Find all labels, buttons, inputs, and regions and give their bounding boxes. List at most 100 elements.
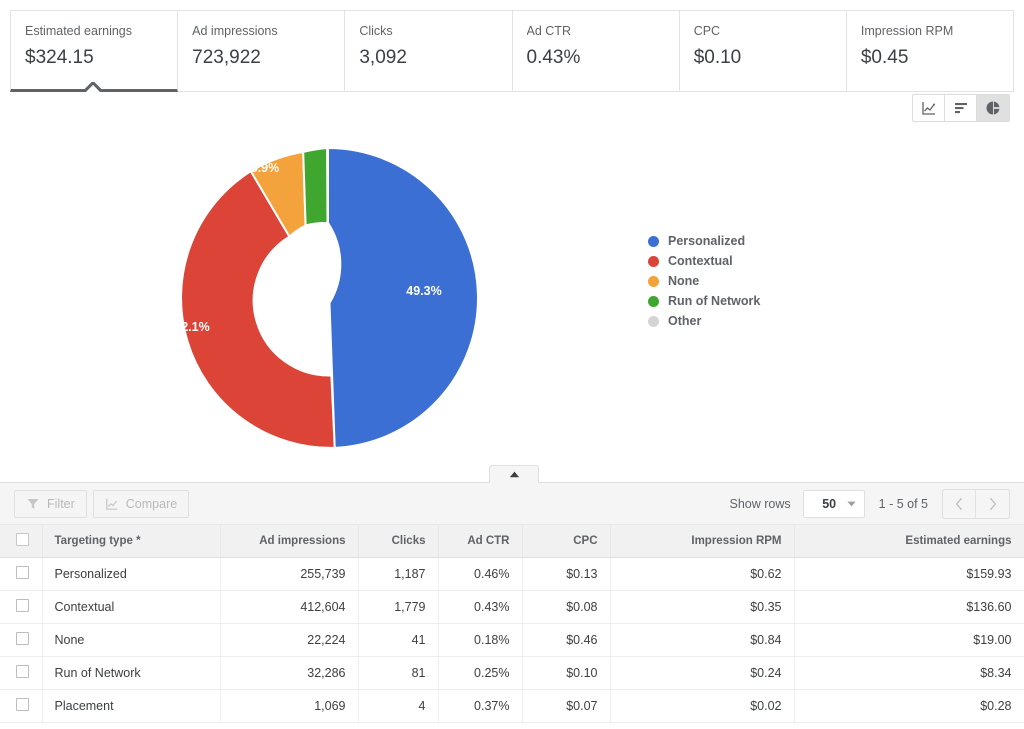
row-select-cell: [0, 623, 42, 656]
cell-cpc: $0.10: [522, 656, 610, 689]
legend-item-other[interactable]: Other: [648, 311, 760, 331]
pagination-controls: [942, 489, 1010, 519]
row-select-cell: [0, 557, 42, 590]
metric-card-ad-impressions[interactable]: Ad impressions 723,922: [178, 10, 345, 92]
cell-impression-rpm: $0.62: [610, 557, 794, 590]
table-row[interactable]: Run of Network 32,286 81 0.25% $0.10 $0.…: [0, 656, 1024, 689]
table-row[interactable]: None 22,224 41 0.18% $0.46 $0.84 $19.00: [0, 623, 1024, 656]
metric-card-cpc[interactable]: CPC $0.10: [680, 10, 847, 92]
cell-impression-rpm: $0.84: [610, 623, 794, 656]
table-row[interactable]: Personalized 255,739 1,187 0.46% $0.13 $…: [0, 557, 1024, 590]
filter-icon: [26, 497, 40, 511]
pie-chart-icon: [985, 100, 1001, 116]
cell-ad-impressions: 1,069: [220, 689, 358, 722]
row-checkbox[interactable]: [16, 599, 29, 612]
cell-targeting-type: Placement: [42, 689, 220, 722]
cell-targeting-type: Personalized: [42, 557, 220, 590]
row-select-cell: [0, 689, 42, 722]
cell-targeting-type: None: [42, 623, 220, 656]
metric-card-impression-rpm[interactable]: Impression RPM $0.45: [847, 10, 1014, 92]
chart-legend: Personalized Contextual None Run of Netw…: [648, 231, 760, 331]
chevron-left-icon: [955, 497, 964, 511]
column-header-clicks[interactable]: Clicks: [358, 525, 438, 557]
row-checkbox[interactable]: [16, 698, 29, 711]
row-checkbox[interactable]: [16, 632, 29, 645]
table-row[interactable]: Contextual 412,604 1,779 0.43% $0.08 $0.…: [0, 590, 1024, 623]
cell-estimated-earnings: $19.00: [794, 623, 1024, 656]
cell-cpc: $0.08: [522, 590, 610, 623]
legend-label: Run of Network: [668, 294, 760, 308]
line-chart-icon: [921, 100, 937, 116]
donut-label-contextual: 42.1%: [174, 320, 209, 334]
row-checkbox[interactable]: [16, 665, 29, 678]
donut-label-personalized: 49.3%: [406, 284, 441, 298]
filter-button[interactable]: Filter: [14, 490, 87, 518]
metric-card-ad-ctr[interactable]: Ad CTR 0.43%: [513, 10, 680, 92]
cell-ad-ctr: 0.46%: [438, 557, 522, 590]
next-page-button[interactable]: [976, 490, 1009, 518]
metric-label: Clicks: [359, 23, 497, 39]
chart-body: 49.3% 42.1% 5.9% Personalized Contextual…: [0, 128, 1024, 482]
pagination-range: 1 - 5 of 5: [879, 497, 928, 511]
compare-button[interactable]: Compare: [93, 490, 189, 518]
select-all-checkbox[interactable]: [16, 533, 29, 546]
report-table: Targeting type * Ad impressions Clicks A…: [0, 525, 1024, 723]
column-header-ad-ctr[interactable]: Ad CTR: [438, 525, 522, 557]
cell-cpc: $0.13: [522, 557, 610, 590]
legend-item-run-of-network[interactable]: Run of Network: [648, 291, 760, 311]
legend-color-swatch: [648, 316, 659, 327]
donut-slice-run-of-network: [303, 148, 327, 225]
chevron-down-icon: [847, 501, 856, 507]
table-row[interactable]: Placement 1,069 4 0.37% $0.07 $0.02 $0.2…: [0, 689, 1024, 722]
cell-cpc: $0.07: [522, 689, 610, 722]
table-body: Personalized 255,739 1,187 0.46% $0.13 $…: [0, 557, 1024, 722]
select-all-header: [0, 525, 42, 557]
metric-value: 0.43%: [527, 43, 665, 73]
cell-cpc: $0.46: [522, 623, 610, 656]
column-header-impression-rpm[interactable]: Impression RPM: [610, 525, 794, 557]
compare-chart-icon: [105, 497, 119, 511]
metric-value: 3,092: [359, 43, 497, 73]
legend-item-none[interactable]: None: [648, 271, 760, 291]
rows-per-page-value: 50: [812, 497, 847, 511]
metric-value: $0.10: [694, 43, 832, 73]
cell-ad-ctr: 0.43%: [438, 590, 522, 623]
metric-value: $0.45: [861, 43, 999, 73]
cell-clicks: 81: [358, 656, 438, 689]
caret-up-icon: [509, 471, 520, 478]
legend-label: Personalized: [668, 234, 745, 248]
active-metric-caret: [85, 82, 103, 92]
cell-impression-rpm: $0.24: [610, 656, 794, 689]
cell-impression-rpm: $0.35: [610, 590, 794, 623]
cell-ad-impressions: 412,604: [220, 590, 358, 623]
donut-label-none: 5.9%: [251, 161, 280, 175]
pie-chart-button[interactable]: [977, 95, 1009, 121]
cell-clicks: 1,187: [358, 557, 438, 590]
rows-per-page-select[interactable]: 50: [803, 490, 865, 518]
cell-estimated-earnings: $8.34: [794, 656, 1024, 689]
bar-chart-button[interactable]: [945, 95, 977, 121]
cell-targeting-type: Contextual: [42, 590, 220, 623]
cell-ad-ctr: 0.18%: [438, 623, 522, 656]
previous-page-button[interactable]: [943, 490, 976, 518]
collapse-chart-tab[interactable]: [489, 465, 539, 483]
data-table-section: Filter Compare Show rows 50 1 - 5 of 5: [0, 482, 1024, 723]
legend-color-swatch: [648, 296, 659, 307]
column-header-ad-impressions[interactable]: Ad impressions: [220, 525, 358, 557]
filter-button-label: Filter: [47, 497, 75, 511]
row-checkbox[interactable]: [16, 566, 29, 579]
column-header-estimated-earnings[interactable]: Estimated earnings: [794, 525, 1024, 557]
donut-chart-svg: 49.3% 42.1% 5.9%: [158, 128, 498, 468]
legend-label: Contextual: [668, 254, 733, 268]
metric-card-clicks[interactable]: Clicks 3,092: [345, 10, 512, 92]
metric-cards-strip: Estimated earnings $324.15 Ad impression…: [0, 0, 1024, 92]
legend-label: Other: [668, 314, 701, 328]
metric-card-estimated-earnings[interactable]: Estimated earnings $324.15: [10, 10, 178, 92]
column-header-targeting-type[interactable]: Targeting type *: [42, 525, 220, 557]
legend-item-personalized[interactable]: Personalized: [648, 231, 760, 251]
table-header: Targeting type * Ad impressions Clicks A…: [0, 525, 1024, 557]
legend-item-contextual[interactable]: Contextual: [648, 251, 760, 271]
column-header-cpc[interactable]: CPC: [522, 525, 610, 557]
chevron-right-icon: [988, 497, 997, 511]
line-chart-button[interactable]: [913, 95, 945, 121]
